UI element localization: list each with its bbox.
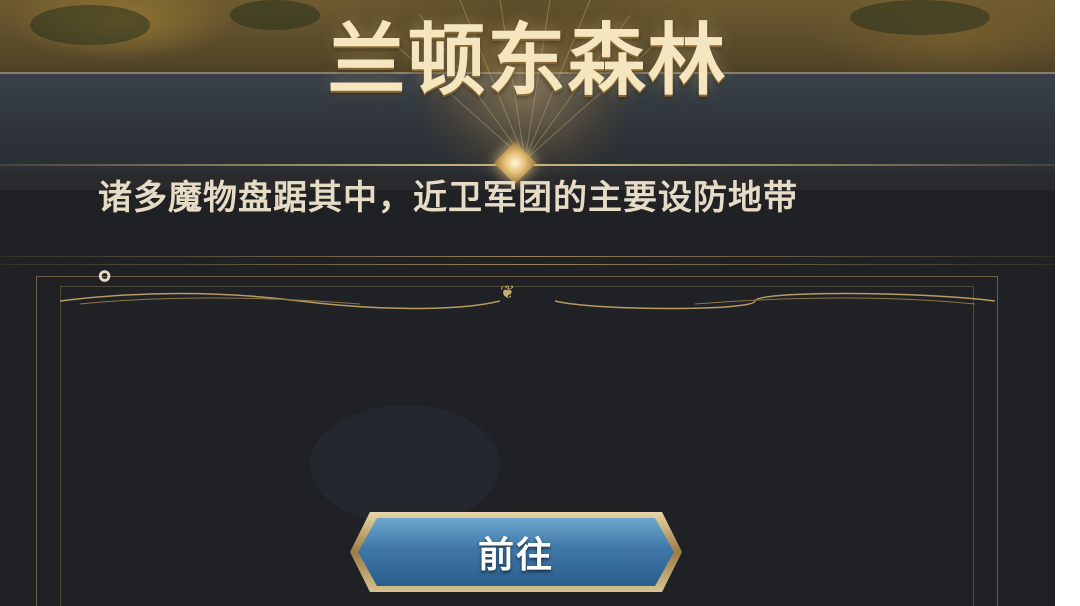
location-title: 兰顿东森林: [327, 15, 728, 106]
location-description: 诸多魔物盘踞其中，近卫军团的主要设防地带 。: [98, 163, 958, 303]
goto-button[interactable]: 前往: [344, 512, 688, 592]
location-dialog: 兰顿东森林 ❦ 诸多魔物盘踞其中，近卫军团的主要设防地带 。 前往: [0, 0, 1055, 606]
description-line: 诸多魔物盘踞其中，近卫军团的主要设防地带: [98, 178, 798, 218]
description-tail: 。: [98, 248, 133, 288]
faded-emblem: [310, 405, 500, 525]
goto-button-label: 前往: [477, 534, 554, 576]
